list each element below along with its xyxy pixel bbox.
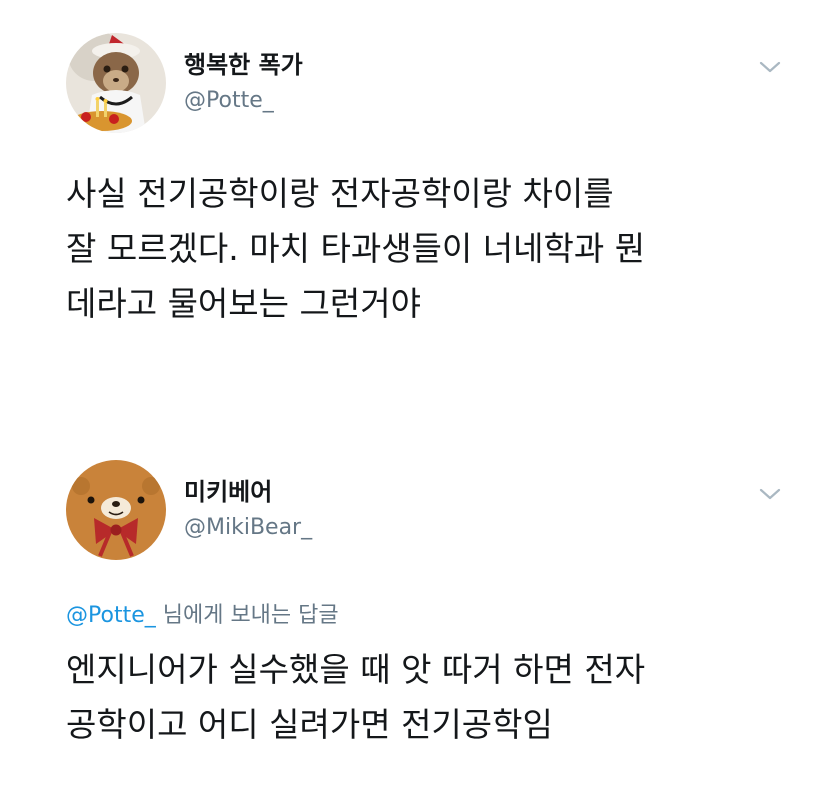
chevron-down-icon[interactable] (758, 59, 782, 75)
tweet-text-line: 공학이고 어디 실려가면 전기공학임 (66, 705, 553, 744)
chevron-down-icon[interactable] (758, 486, 782, 502)
display-name[interactable]: 행복한 폭가 (184, 45, 303, 80)
tweet-text: 사실 전기공학이랑 전자공학이랑 차이를 잘 모르겠다. 마치 타과생들이 너네… (66, 166, 786, 331)
tweet-text-line: 잘 모르겠다. 마치 타과생들이 너네학과 뭔 (66, 229, 646, 268)
tweet-original: 행복한 폭가 @Potte_ 사실 전기공학이랑 전자공학이랑 차이를 잘 모르… (0, 0, 829, 420)
user-handle[interactable]: @MikiBear_ (184, 515, 312, 540)
reply-to-label: 님에게 보내는 답글 (155, 603, 339, 628)
tweet-text: 엔지니어가 실수했을 때 앗 따거 하면 전자 공학이고 어디 실려가면 전기공… (66, 642, 786, 752)
bear-avatar-icon[interactable] (66, 460, 166, 560)
cat-avatar-icon[interactable] (66, 33, 166, 133)
tweet-text-line: 엔지니어가 실수했을 때 앗 따거 하면 전자 (66, 650, 646, 689)
user-handle[interactable]: @Potte_ (184, 88, 274, 113)
tweet-text-line: 데라고 물어보는 그런거야 (66, 284, 421, 323)
tweet-text-line: 사실 전기공학이랑 전자공학이랑 차이를 (66, 174, 614, 213)
tweet-reply: 미키베어 @MikiBear_ @Potte_ 님에게 보내는 답글 엔지니어가… (0, 420, 829, 799)
display-name[interactable]: 미키베어 (184, 472, 272, 507)
reply-to-handle-link[interactable]: @Potte_ (66, 603, 156, 628)
reply-context: @Potte_ 님에게 보내는 답글 (66, 597, 339, 629)
